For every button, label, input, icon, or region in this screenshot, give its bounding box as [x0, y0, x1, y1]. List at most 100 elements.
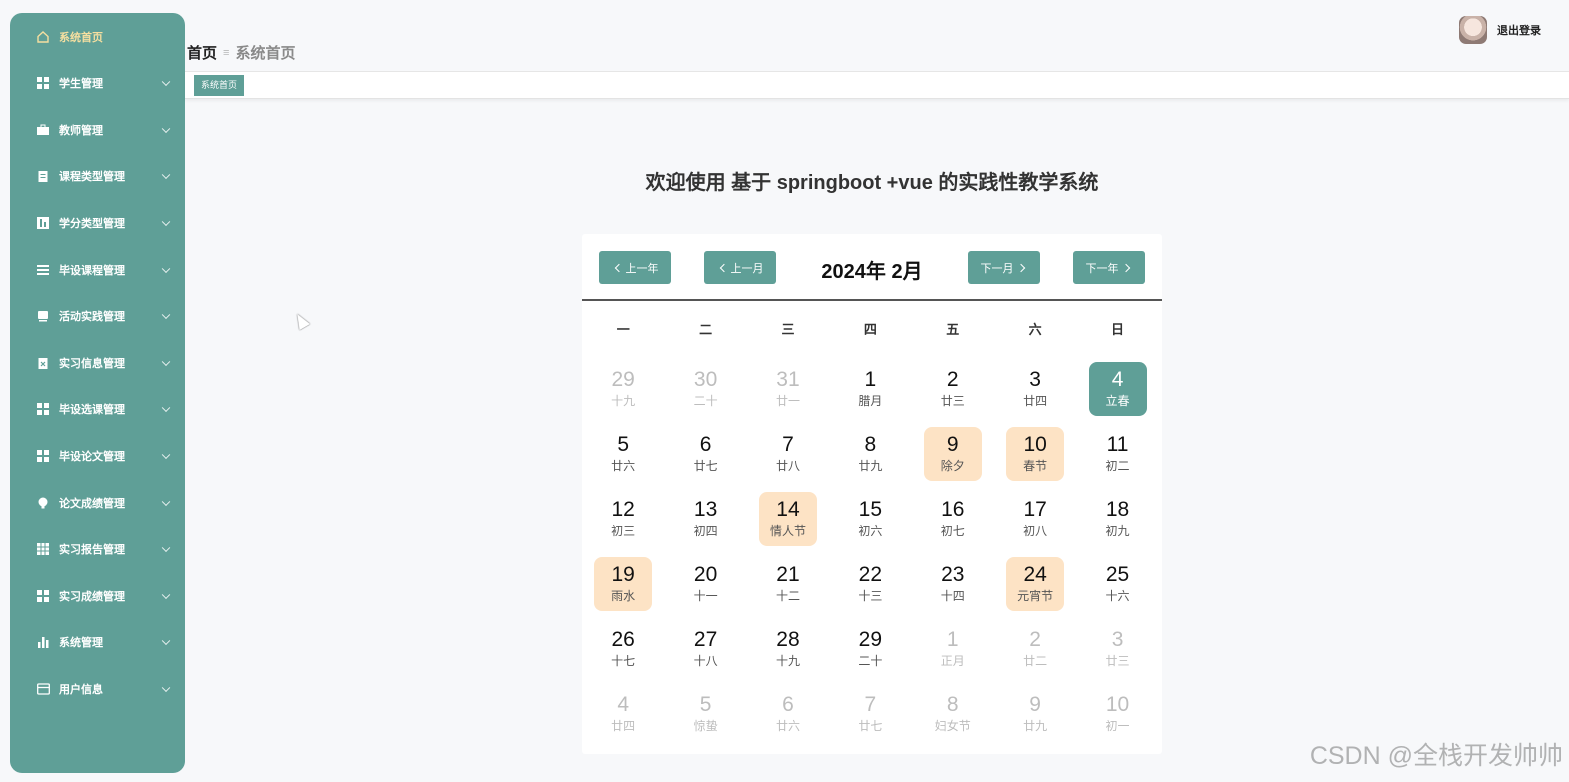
day-button[interactable]: 7 廿七 [841, 687, 899, 741]
lunar-label: 二十 [693, 394, 718, 408]
breadcrumb-root[interactable]: 首页 [187, 42, 217, 63]
clipboard-icon [36, 169, 50, 183]
day-number: 18 [1105, 498, 1130, 521]
day-button[interactable]: 3 廿四 [1006, 362, 1064, 416]
chevron-down-icon [161, 357, 171, 366]
day-button[interactable]: 12 初三 [594, 492, 652, 546]
day-button[interactable]: 13 初四 [677, 492, 735, 546]
sidebar-item-10[interactable]: 论文成绩管理 [10, 479, 185, 526]
day-button[interactable]: 17 初八 [1006, 492, 1064, 546]
day-button[interactable]: 2 廿三 [924, 362, 982, 416]
next-month-button[interactable]: 下一月 [968, 251, 1040, 284]
day-button[interactable]: 6 廿六 [759, 687, 817, 741]
day-number: 15 [858, 498, 883, 521]
day-button[interactable]: 29 十九 [594, 362, 652, 416]
logout-button[interactable]: 退出登录 [1497, 22, 1541, 38]
bulb-icon [36, 496, 50, 510]
day-button[interactable]: 29 二十 [841, 622, 899, 676]
sidebar-item-0[interactable]: 系统首页 [10, 13, 185, 60]
day-button[interactable]: 19 雨水 [594, 556, 653, 611]
lunar-label: 元宵节 [1017, 589, 1054, 603]
sidebar-item-9[interactable]: 毕设论文管理 [10, 433, 185, 480]
lunar-label: 廿四 [1023, 394, 1048, 408]
chevron-down-icon [161, 636, 171, 646]
day-button[interactable]: 2 廿二 [1006, 622, 1064, 676]
day-button[interactable]: 20 十一 [677, 557, 735, 611]
day-button[interactable]: 16 初七 [924, 492, 982, 546]
grid-icon [36, 402, 50, 416]
sidebar-item-8[interactable]: 毕设选课管理 [10, 386, 185, 433]
day-button[interactable]: 25 十六 [1089, 557, 1147, 611]
sidebar-item-2[interactable]: 教师管理 [10, 107, 185, 154]
next-year-button[interactable]: 下一年 [1073, 251, 1145, 284]
day-button[interactable]: 31 廿一 [759, 362, 817, 416]
sidebar-item-12[interactable]: 实习成绩管理 [10, 573, 185, 620]
day-button[interactable]: 21 十二 [759, 557, 817, 611]
calendar-day: 6 廿七 [664, 421, 746, 486]
day-button[interactable]: 28 十九 [759, 622, 817, 676]
lunar-label: 十九 [611, 394, 636, 408]
day-button[interactable]: 9 除夕 [923, 426, 982, 481]
calendar-day: 9 廿九 [994, 681, 1076, 746]
sidebar-item-7[interactable]: 实习信息管理 [10, 340, 185, 387]
sidebar-item-3[interactable]: 课程类型管理 [10, 153, 185, 200]
day-button[interactable]: 27 十八 [677, 622, 735, 676]
day-button[interactable]: 10 初一 [1089, 687, 1147, 741]
lunar-label: 除夕 [940, 459, 965, 473]
day-button[interactable]: 30 二十 [677, 362, 735, 416]
box-icon [36, 309, 50, 323]
chevron-right-icon [1121, 263, 1130, 272]
sidebar-item-label: 用户信息 [59, 684, 103, 697]
day-button[interactable]: 22 十三 [841, 557, 899, 611]
day-button[interactable]: 11 初二 [1089, 427, 1147, 481]
prev-month-button[interactable]: 上一月 [704, 251, 776, 284]
day-button[interactable]: 8 廿九 [841, 427, 899, 481]
day-button[interactable]: 14 情人节 [758, 491, 817, 546]
lunar-label: 初八 [1023, 524, 1048, 538]
day-button[interactable]: 4 廿四 [594, 687, 652, 741]
calendar-day: 4 廿四 [582, 681, 664, 746]
calendar-day: 15 初六 [829, 486, 911, 551]
sidebar-item-5[interactable]: 毕设课程管理 [10, 246, 185, 293]
day-button[interactable]: 15 初六 [841, 492, 899, 546]
user-area: 退出登录 [1459, 16, 1541, 44]
calendar-day: 10 初一 [1076, 681, 1158, 746]
day-button[interactable]: 5 廿六 [594, 427, 652, 481]
day-button[interactable]: 4 立春 [1088, 361, 1147, 416]
sidebar-item-1[interactable]: 学生管理 [10, 60, 185, 107]
sidebar-item-label: 系统首页 [59, 31, 103, 44]
day-button[interactable]: 26 十七 [594, 622, 652, 676]
day-button[interactable]: 18 初九 [1089, 492, 1147, 546]
day-button[interactable]: 6 廿七 [677, 427, 735, 481]
list-icon [36, 263, 50, 277]
sidebar-item-6[interactable]: 活动实践管理 [10, 293, 185, 340]
day-number: 20 [693, 563, 718, 586]
day-grid: 29 十九 30 二十 31 廿一 1 腊月 2 廿三 3 廿四 4 立春 5 廿六 6 廿七 7 廿八 8 廿九 9 除夕 1… [582, 356, 1162, 746]
lunar-label: 廿二 [1023, 654, 1048, 668]
sidebar-item-11[interactable]: 实习报告管理 [10, 526, 185, 573]
day-button[interactable]: 8 妇女节 [924, 687, 982, 741]
sidebar-item-13[interactable]: 系统管理 [10, 619, 185, 666]
day-button[interactable]: 1 正月 [924, 622, 982, 676]
day-button[interactable]: 10 春节 [1006, 426, 1065, 481]
calendar-day: 11 初二 [1076, 421, 1158, 486]
day-button[interactable]: 5 惊蛰 [677, 687, 735, 741]
sidebar-item-label: 实习信息管理 [59, 357, 125, 370]
sidebar-item-14[interactable]: 用户信息 [10, 666, 185, 713]
avatar[interactable] [1459, 16, 1487, 44]
day-button[interactable]: 24 元宵节 [1006, 556, 1065, 611]
day-button[interactable]: 1 腊月 [841, 362, 899, 416]
lunar-label: 惊蛰 [693, 719, 718, 733]
day-button[interactable]: 9 廿九 [1006, 687, 1064, 741]
grid-icon [36, 449, 50, 463]
calendar-day: 29 十九 [582, 356, 664, 421]
day-number: 17 [1023, 498, 1047, 521]
day-number: 2 [946, 368, 959, 391]
calendar-day: 25 十六 [1076, 551, 1158, 616]
prev-year-button[interactable]: 上一年 [599, 251, 671, 284]
day-button[interactable]: 7 廿八 [759, 427, 817, 481]
day-button[interactable]: 23 十四 [924, 557, 982, 611]
tab-home[interactable]: 系统首页 [194, 75, 245, 96]
day-button[interactable]: 3 廿三 [1089, 622, 1147, 676]
sidebar-item-4[interactable]: 学分类型管理 [10, 200, 185, 247]
